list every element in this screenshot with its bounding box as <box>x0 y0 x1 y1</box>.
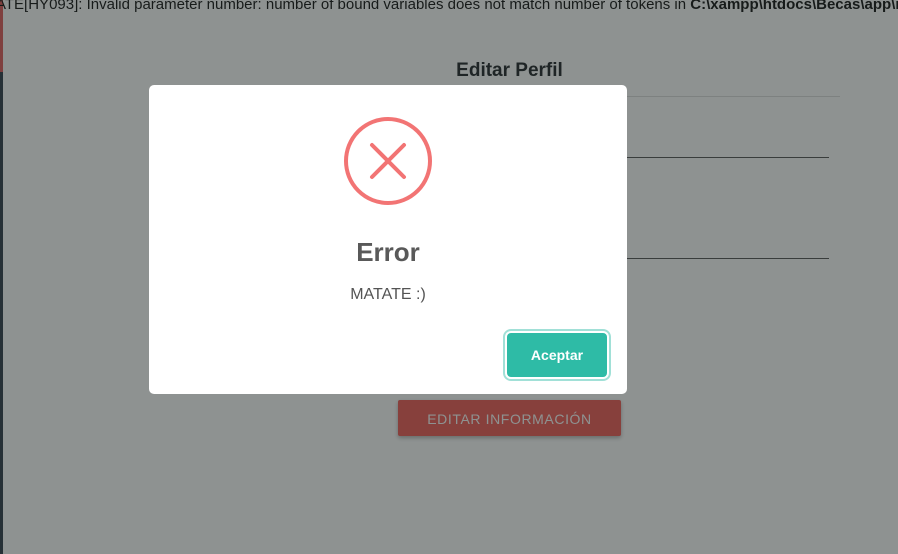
error-x-icon <box>344 117 432 205</box>
accept-button[interactable]: Aceptar <box>507 333 607 377</box>
dialog-title: Error <box>356 237 420 267</box>
dialog-message: MATATE :) <box>350 286 426 303</box>
error-dialog: Error MATATE :) Aceptar <box>149 85 627 394</box>
